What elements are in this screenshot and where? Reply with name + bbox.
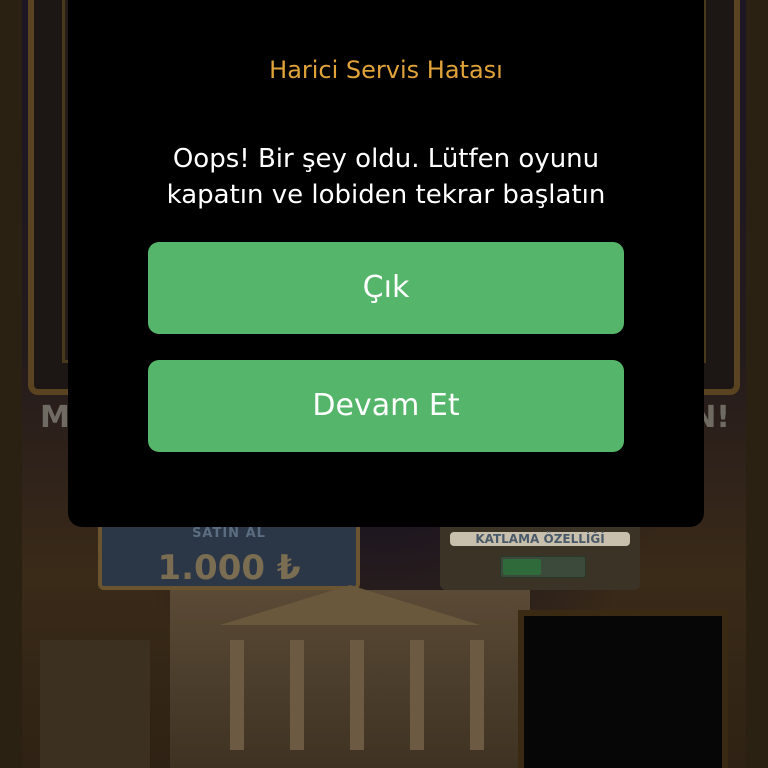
double-chance-panel: KATLAMA ÖZELLİĞİ xyxy=(440,520,640,590)
buy-feature-panel: SATIN AL 1.000 ₺ xyxy=(98,520,360,590)
temple-column xyxy=(410,640,424,750)
promo-text-left: M xyxy=(40,400,70,435)
error-dialog: Harici Servis Hatası Oops! Bir şey oldu.… xyxy=(68,0,704,527)
continue-button[interactable]: Devam Et xyxy=(148,360,624,452)
buy-feature-price: 1.000 ₺ xyxy=(157,548,301,588)
right-pillar xyxy=(746,0,768,768)
temple-roof xyxy=(220,585,480,625)
ruins-decoration xyxy=(40,640,150,768)
temple-column xyxy=(290,640,304,750)
toggle-knob xyxy=(503,559,541,575)
dialog-title: Harici Servis Hatası xyxy=(269,56,503,84)
double-chance-label: KATLAMA ÖZELLİĞİ xyxy=(450,532,630,546)
buy-feature-title: SATIN AL xyxy=(192,526,266,541)
info-box xyxy=(518,610,728,768)
dialog-message: Oops! Bir şey oldu. Lütfen oyunu kapatın… xyxy=(166,144,606,210)
exit-button[interactable]: Çık xyxy=(148,242,624,334)
temple-column xyxy=(230,640,244,750)
temple-column xyxy=(470,640,484,750)
temple-column xyxy=(350,640,364,750)
double-chance-toggle xyxy=(500,556,586,578)
left-pillar xyxy=(0,0,22,768)
